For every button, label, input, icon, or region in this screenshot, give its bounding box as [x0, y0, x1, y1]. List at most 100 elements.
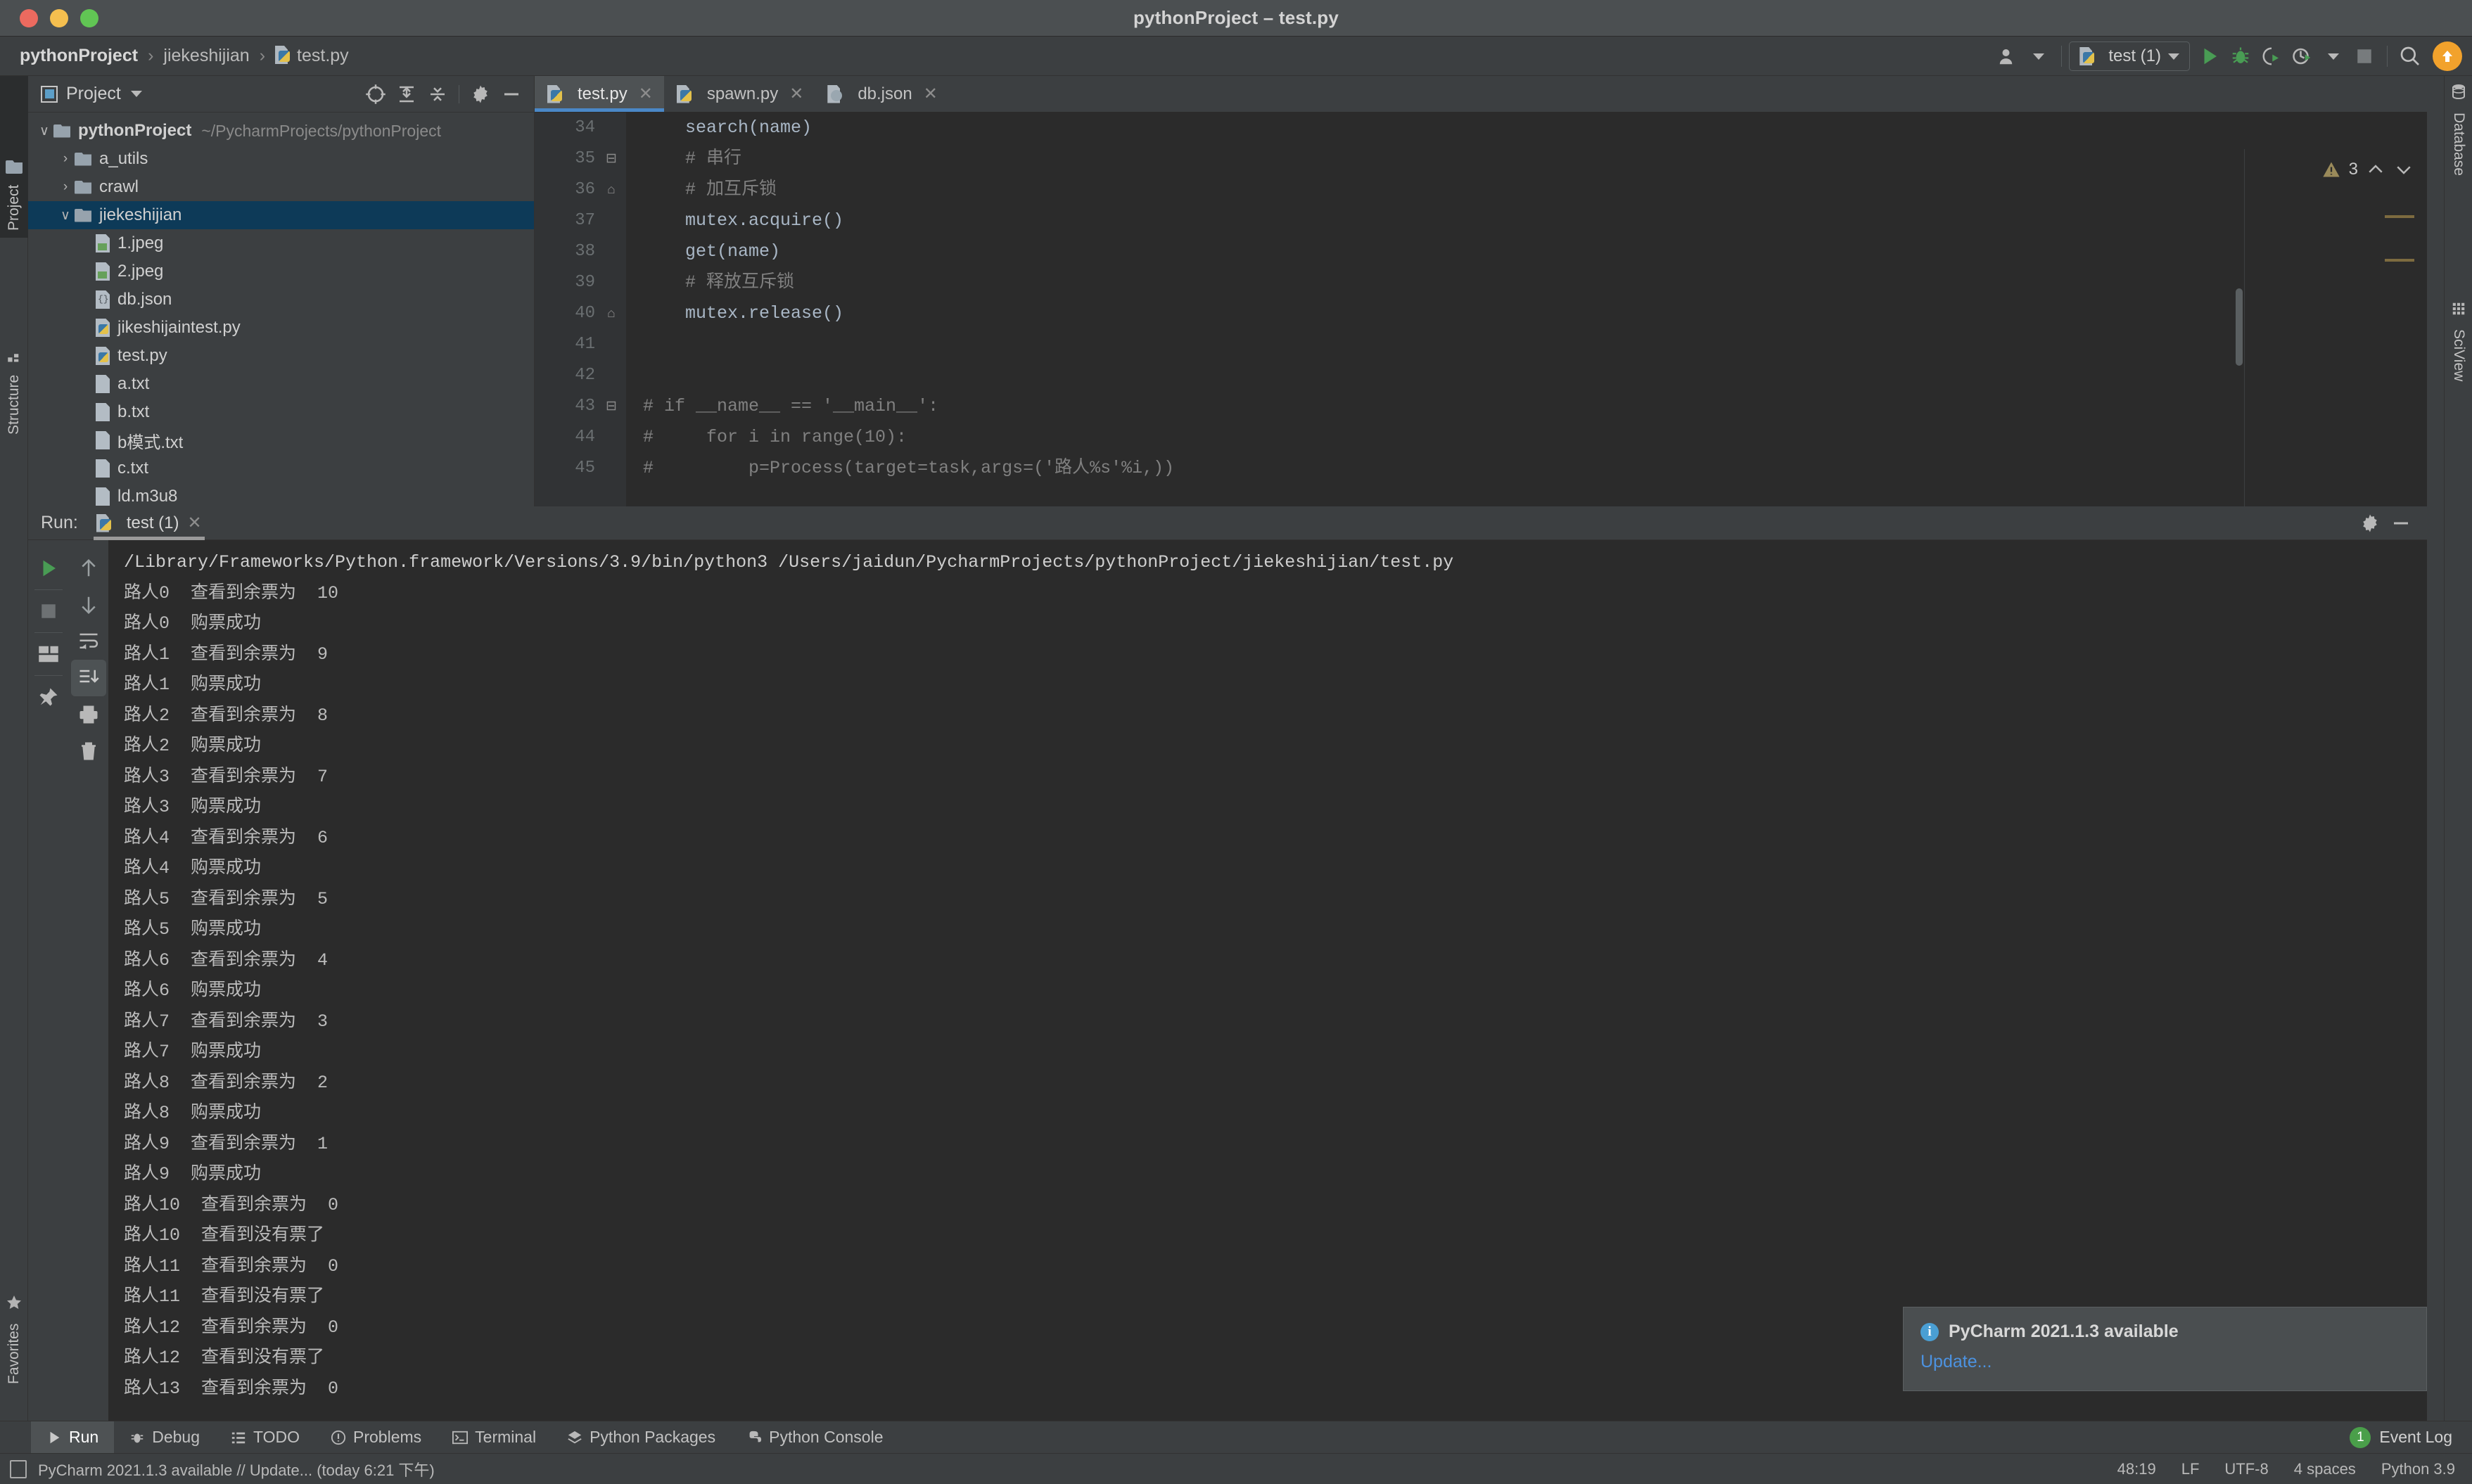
breadcrumb-item-file[interactable]: test.py: [271, 46, 353, 66]
code-text[interactable]: # if __name__ == '__main__':: [627, 391, 938, 422]
sidebar-tab-project[interactable]: Project: [0, 76, 28, 238]
tool-window-button-terminal[interactable]: Terminal: [437, 1421, 552, 1454]
tool-window-button-python-console[interactable]: Python Console: [731, 1421, 898, 1454]
rerun-button[interactable]: [31, 550, 66, 587]
debug-button[interactable]: [2225, 41, 2256, 72]
soft-wrap-button[interactable]: [71, 623, 106, 660]
file-encoding[interactable]: UTF-8: [2224, 1460, 2268, 1478]
tree-node-db-json[interactable]: db.json: [28, 286, 534, 314]
update-available-button[interactable]: [2433, 41, 2462, 71]
run-console-output[interactable]: /Library/Frameworks/Python.framework/Ver…: [108, 540, 2427, 1421]
tool-window-button-problems[interactable]: Problems: [315, 1421, 437, 1454]
line-number[interactable]: 34: [535, 113, 595, 143]
code-editor[interactable]: 34 search(name) 35 ⊟ # 串行 36 ⌂ # 加互斥锁 37 mute…: [535, 113, 2427, 506]
gear-icon[interactable]: [466, 80, 495, 108]
fold-marker-icon[interactable]: ⊟: [595, 391, 627, 422]
previous-problem-icon[interactable]: [2365, 159, 2386, 180]
line-number[interactable]: 42: [535, 360, 595, 391]
code-text[interactable]: search(name): [627, 113, 812, 143]
layout-settings-button[interactable]: [31, 636, 66, 672]
close-icon[interactable]: ✕: [188, 513, 202, 533]
line-number[interactable]: 39: [535, 267, 595, 298]
code-text[interactable]: get(name): [627, 236, 780, 267]
line-number[interactable]: 43: [535, 391, 595, 422]
marker-stripe[interactable]: [2385, 215, 2414, 218]
line-number[interactable]: 37: [535, 205, 595, 236]
code-text[interactable]: # 加互斥锁: [627, 174, 777, 205]
tree-node-b-txt[interactable]: b.txt: [28, 398, 534, 426]
sidebar-tab-sciview[interactable]: SciView: [2445, 294, 2472, 470]
user-dropdown-caret-icon[interactable]: [2023, 41, 2054, 72]
tree-node-b-txt[interactable]: b模式.txt: [28, 426, 534, 454]
sidebar-tab-database[interactable]: Database: [2445, 76, 2472, 273]
line-number[interactable]: 36: [535, 174, 595, 205]
tool-window-button-run[interactable]: Run: [31, 1421, 115, 1454]
notification-update-link[interactable]: Update...: [1920, 1352, 1992, 1372]
editor-vertical-scrollbar[interactable]: [2236, 288, 2243, 366]
code-text[interactable]: # 释放互斥锁: [627, 267, 794, 298]
run-configuration-selector[interactable]: test (1): [2069, 41, 2190, 71]
line-number[interactable]: 45: [535, 453, 595, 484]
chevron-down-icon[interactable]: ∨: [35, 123, 53, 139]
tree-node-a-txt[interactable]: a.txt: [28, 370, 534, 398]
tool-window-button-todo[interactable]: TODO: [215, 1421, 315, 1454]
code-text[interactable]: # p=Process(target=task,args=('路人%s'%i,)…: [627, 453, 1174, 484]
profile-dropdown-caret-icon[interactable]: [2318, 41, 2349, 72]
fold-marker-icon[interactable]: ⌂: [595, 174, 627, 205]
chevron-right-icon[interactable]: ›: [56, 151, 75, 167]
run-session-tab[interactable]: test (1) ✕: [89, 506, 209, 540]
code-text[interactable]: # 串行: [627, 143, 741, 174]
up-arrow-icon[interactable]: [71, 550, 106, 587]
code-text[interactable]: # for i in range(10):: [627, 422, 907, 453]
line-number[interactable]: 35: [535, 143, 595, 174]
editor-tab-spawn-py[interactable]: spawn.py ✕: [664, 76, 815, 112]
tree-node-c-txt[interactable]: c.txt: [28, 454, 534, 482]
tree-node-1-jpeg[interactable]: 1.jpeg: [28, 229, 534, 257]
gear-icon[interactable]: [2359, 513, 2381, 534]
tree-node-jikeshijaintest-py[interactable]: jikeshijaintest.py: [28, 314, 534, 342]
tree-node-a_utils[interactable]: › a_utils: [28, 145, 534, 173]
tree-node-crawl[interactable]: › crawl: [28, 173, 534, 201]
fold-marker-icon[interactable]: ⌂: [595, 298, 627, 329]
run-with-coverage-button[interactable]: [2256, 41, 2287, 72]
close-icon[interactable]: ✕: [639, 84, 653, 104]
chevron-down-icon[interactable]: ∨: [56, 207, 75, 224]
code-text[interactable]: mutex.acquire(): [627, 205, 843, 236]
code-text[interactable]: mutex.release(): [627, 298, 843, 329]
line-separator[interactable]: LF: [2181, 1460, 2200, 1478]
collapse-all-icon[interactable]: [423, 80, 452, 108]
tree-node-pythonproject[interactable]: ∨ pythonProject ~/PycharmProjects/pythonPr…: [28, 117, 534, 145]
notification-balloon[interactable]: i PyCharm 2021.1.3 available Update...: [1903, 1307, 2427, 1391]
tree-node-2-jpeg[interactable]: 2.jpeg: [28, 257, 534, 286]
editor-tab-db-json[interactable]: db.json ✕: [815, 76, 949, 112]
indent-setting[interactable]: 4 spaces: [2294, 1460, 2356, 1478]
tree-node-test-py[interactable]: test.py: [28, 342, 534, 370]
pin-tab-button[interactable]: [31, 679, 66, 715]
event-log-label[interactable]: Event Log: [2379, 1428, 2452, 1447]
line-number[interactable]: 41: [535, 329, 595, 360]
caret-position[interactable]: 48:19: [2117, 1460, 2156, 1478]
fold-marker-icon[interactable]: ⊟: [595, 143, 627, 174]
hide-panel-icon[interactable]: [2390, 513, 2412, 534]
search-icon[interactable]: [2395, 41, 2426, 72]
close-icon[interactable]: ✕: [924, 84, 938, 104]
expand-all-icon[interactable]: [393, 80, 421, 108]
editor-tab-test-py[interactable]: test.py ✕: [535, 76, 664, 112]
breadcrumb-item-folder[interactable]: jiekeshijian: [159, 46, 253, 66]
next-problem-icon[interactable]: [2393, 159, 2414, 180]
line-number[interactable]: 38: [535, 236, 595, 267]
stop-button[interactable]: [31, 593, 66, 629]
sidebar-tab-favorites[interactable]: Favorites: [0, 1215, 28, 1391]
locate-icon[interactable]: [362, 80, 390, 108]
tree-node-jiekeshijian[interactable]: ∨ jiekeshijian: [28, 201, 534, 229]
run-button[interactable]: [2194, 41, 2225, 72]
stop-button[interactable]: [2349, 41, 2380, 72]
python-interpreter[interactable]: Python 3.9: [2381, 1460, 2455, 1478]
project-view-chevron-down-icon[interactable]: [130, 91, 142, 97]
status-message[interactable]: PyCharm 2021.1.3 available // Update... …: [38, 1458, 435, 1480]
profile-button[interactable]: [2287, 41, 2318, 72]
clear-all-button[interactable]: [71, 733, 106, 769]
down-arrow-icon[interactable]: [71, 587, 106, 623]
print-button[interactable]: [71, 696, 106, 733]
inspection-widget[interactable]: 3: [2245, 149, 2427, 180]
